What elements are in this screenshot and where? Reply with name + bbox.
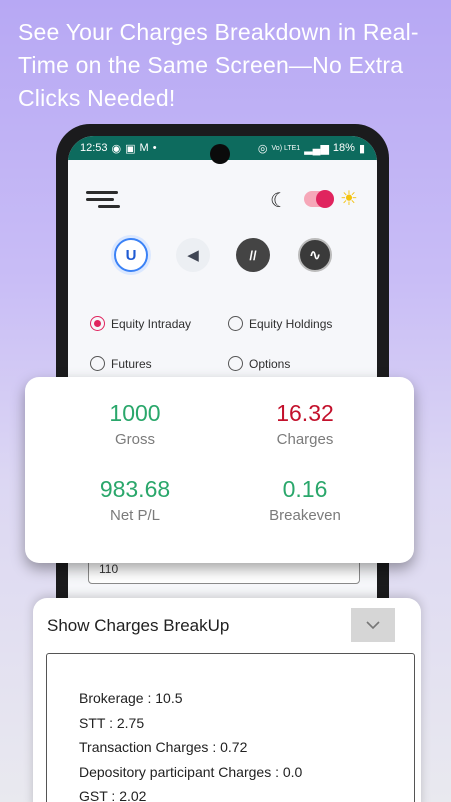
groww-icon[interactable]: ∿ xyxy=(298,238,332,272)
gmail-icon: M xyxy=(139,142,149,154)
radio-unselected-icon xyxy=(228,316,243,331)
network-label: Vo) LTE1 xyxy=(271,144,301,152)
hotspot-icon: ◎ xyxy=(257,142,268,155)
battery-icon: ▮ xyxy=(358,142,365,155)
radio-futures[interactable]: Futures xyxy=(90,356,152,371)
net-pl-metric: 983.68 Net P/L xyxy=(40,475,230,524)
radio-label: Equity Intraday xyxy=(111,316,192,331)
kite-icon[interactable]: ◀ xyxy=(176,238,210,272)
gross-metric: 1000 Gross xyxy=(40,399,230,448)
breakeven-metric: 0.16 Breakeven xyxy=(210,475,400,524)
charges-value: 16.32 xyxy=(276,400,334,426)
transaction-charges-line: Transaction Charges : 0.72 xyxy=(79,739,248,755)
stt-line: STT : 2.75 xyxy=(79,714,145,731)
breakeven-value: 0.16 xyxy=(282,476,328,502)
brokerage-line: Brokerage : 10.5 xyxy=(79,690,183,706)
charges-metric: 16.32 Charges xyxy=(210,399,400,448)
radio-unselected-icon xyxy=(90,356,105,371)
net-pl-value: 983.68 xyxy=(99,476,171,502)
dot-icon: • xyxy=(152,142,157,154)
gallery-icon: ▣ xyxy=(125,142,136,155)
moon-icon: ☾ xyxy=(270,190,288,212)
upstox-icon[interactable]: U xyxy=(114,238,148,272)
promo-headline: See Your Charges Breakdown in Real-Time … xyxy=(18,19,419,111)
signal-icon: ▂▄▆ xyxy=(304,142,329,155)
summary-card: 1000 Gross 16.32 Charges 983.68 Net P/L … xyxy=(25,377,414,563)
chevron-down-icon xyxy=(366,620,380,629)
charges-label: Charges xyxy=(276,431,334,448)
radio-label: Equity Holdings xyxy=(249,316,333,331)
toggle-knob xyxy=(316,190,334,208)
radio-unselected-icon xyxy=(228,356,243,371)
charges-breakup-card: Show Charges BreakUp Brokerage : 10.5 ST… xyxy=(33,598,421,802)
radio-label: Futures xyxy=(111,356,152,371)
radio-equity-holdings[interactable]: Equity Holdings xyxy=(228,316,332,331)
radio-selected-icon xyxy=(90,316,105,331)
whatsapp-icon: ◉ xyxy=(111,142,122,155)
camera-cutout xyxy=(210,144,230,164)
sun-icon: ☀ xyxy=(340,188,358,210)
breakup-toggle-button[interactable] xyxy=(351,608,395,642)
breakeven-label: Breakeven xyxy=(269,507,341,524)
menu-icon[interactable] xyxy=(86,191,122,211)
breakup-details: Brokerage : 10.5 STT : 2.75 Transaction … xyxy=(46,653,415,802)
radio-equity-intraday[interactable]: Equity Intraday xyxy=(90,316,191,331)
theme-toggle[interactable] xyxy=(304,190,334,208)
gst-line: GST : 2.02 xyxy=(79,788,147,802)
radio-options[interactable]: Options xyxy=(228,356,290,371)
net-pl-label: Net P/L xyxy=(109,507,161,524)
battery-level: 18% xyxy=(332,142,355,154)
status-time: 12:53 xyxy=(80,142,108,154)
gross-value: 1000 xyxy=(109,400,161,426)
radio-label: Options xyxy=(249,356,291,371)
gross-label: Gross xyxy=(114,431,155,448)
angel-icon[interactable]: // xyxy=(236,238,270,272)
breakup-title: Show Charges BreakUp xyxy=(47,616,230,635)
dp-charges-line: Depository participant Charges : 0.0 xyxy=(79,763,303,780)
